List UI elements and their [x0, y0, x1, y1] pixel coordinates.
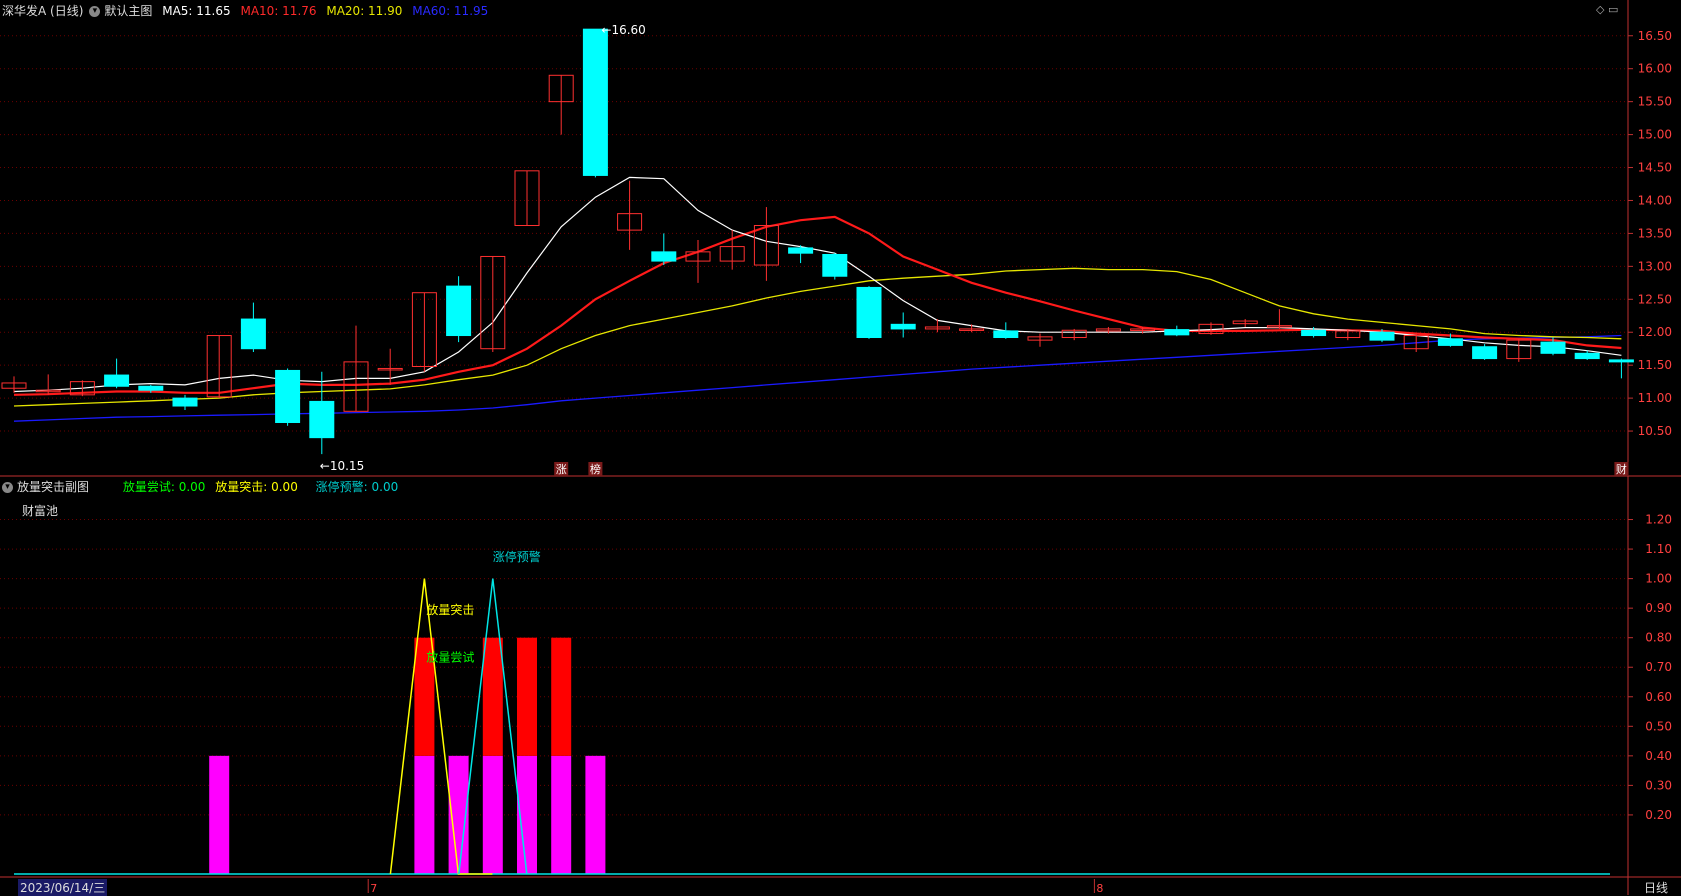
candle-body: [309, 400, 335, 439]
ma10-line: [13, 215, 1622, 396]
marker-label: 财: [1616, 462, 1627, 476]
sub-tick-label: 0.80: [1645, 631, 1672, 645]
time-marker-label: 7: [370, 882, 377, 895]
chevron-down-icon[interactable]: ▾: [2, 482, 13, 493]
magenta-bar: [551, 755, 572, 874]
ma5-value: MA5: 11.65: [162, 4, 231, 18]
candle-body: [240, 318, 266, 350]
sub-chart-header: ▾ 放量突击副图 放量尝试: 0.00 放量突击: 0.00 涨停预警: 0.00: [2, 478, 398, 495]
cyan-spike-label: 涨停预警: [493, 549, 541, 564]
price-annotation: ←16.60: [601, 23, 645, 37]
stock-title[interactable]: 深华发A (日线): [2, 4, 83, 18]
candle-body: [275, 369, 301, 423]
main-tick-label: 13.50: [1638, 226, 1672, 240]
date-label: 2023/06/14/三: [18, 879, 108, 896]
chart-canvas: 10.50 11.00 11.50 12.00 12.50 13.00 13.50 14.00…: [0, 0, 1681, 895]
candle-body: [993, 330, 1019, 339]
candle-body: [1301, 329, 1327, 337]
sub-value-3: 涨停预警: 0.00: [315, 480, 399, 494]
candle-body: [856, 286, 882, 339]
main-tick-label: 16.50: [1638, 29, 1672, 43]
yellow-spike-label: 放量突击: [426, 602, 474, 617]
ma10-value: MA10: 11.76: [240, 4, 317, 18]
candle-body: [138, 385, 164, 391]
ma20-value: MA20: 11.90: [326, 4, 403, 18]
main-tick-label: 14.50: [1638, 161, 1672, 175]
sub-tick-label: 0.20: [1645, 808, 1672, 822]
main-chart-header: 深华发A (日线) ▾ 默认主图 MA5: 11.65 MA10: 11.76 MA…: [2, 2, 494, 19]
candle-body: [890, 323, 916, 330]
marker-label: 榜: [590, 462, 601, 476]
chevron-down-icon[interactable]: ▾: [89, 6, 101, 17]
main-tick-label: 13.00: [1638, 259, 1672, 273]
green-label: 放量尝试: [426, 649, 474, 664]
candle-body: [582, 28, 608, 176]
sub-tick-label: 0.40: [1645, 749, 1672, 763]
candle-body: [1472, 346, 1498, 360]
wealth-pool-label[interactable]: 财富池: [22, 502, 58, 519]
main-tick-label: 16.00: [1638, 62, 1672, 76]
magenta-bar: [209, 755, 230, 874]
main-tick-label: 10.50: [1638, 424, 1672, 438]
magenta-bar: [585, 755, 606, 874]
candle-body: [822, 253, 848, 277]
sub-tick-label: 0.30: [1645, 778, 1672, 792]
sub-tick-label: 0.70: [1645, 660, 1672, 674]
ma5-line: [13, 176, 1622, 393]
candle-body: [1369, 331, 1395, 341]
red-bar: [551, 637, 572, 756]
sub-tick-label: 0.90: [1645, 601, 1672, 615]
candle-body: [1164, 329, 1190, 336]
candle-body: [1574, 352, 1600, 360]
main-tick-label: 11.00: [1638, 391, 1672, 405]
sub-tick-label: 1.10: [1645, 542, 1672, 556]
diamond-icon[interactable]: ◇: [1596, 3, 1604, 16]
candle-body: [788, 247, 814, 254]
candle-body: [651, 251, 677, 262]
main-tick-label: 11.50: [1638, 358, 1672, 372]
candle-body: [1540, 341, 1566, 354]
sub-value-1: 放量尝试: 0.00: [122, 480, 206, 494]
sub-tick-label: 0.60: [1645, 690, 1672, 704]
main-tick-label: 14.00: [1638, 193, 1672, 207]
price-annotation: ←10.15: [320, 459, 364, 473]
magenta-bar: [414, 755, 435, 874]
candle-body: [1437, 338, 1463, 346]
sub-tick-label: 1.20: [1645, 513, 1672, 527]
sub-tick-label: 1.00: [1645, 572, 1672, 586]
candle-body: [446, 285, 472, 337]
candle-body: [1608, 359, 1634, 363]
main-chart-name[interactable]: 默认主图: [104, 4, 152, 18]
red-bar: [482, 637, 503, 756]
sub-value-2: 放量突击: 0.00: [215, 480, 298, 494]
marker-label: 涨: [556, 463, 567, 476]
sub-chart-title[interactable]: 放量突击副图: [17, 480, 89, 494]
yellow-spike-line: [389, 578, 493, 875]
period-label[interactable]: 日线: [1644, 879, 1668, 896]
red-bar: [517, 637, 537, 756]
candle-body: [172, 397, 198, 407]
main-tick-label: 12.00: [1638, 325, 1672, 339]
sub-tick-label: 0.50: [1645, 719, 1672, 733]
time-marker-label: 8: [1096, 882, 1103, 895]
main-tick-label: 12.50: [1638, 292, 1672, 306]
panel-icon[interactable]: ▭: [1608, 3, 1618, 16]
candle-body: [104, 374, 130, 387]
window-controls[interactable]: ◇ ▭: [1596, 3, 1618, 16]
main-tick-label: 15.00: [1638, 128, 1672, 142]
magenta-bar: [482, 755, 503, 874]
main-tick-label: 15.50: [1638, 95, 1672, 109]
ma60-value: MA60: 11.95: [412, 4, 489, 18]
